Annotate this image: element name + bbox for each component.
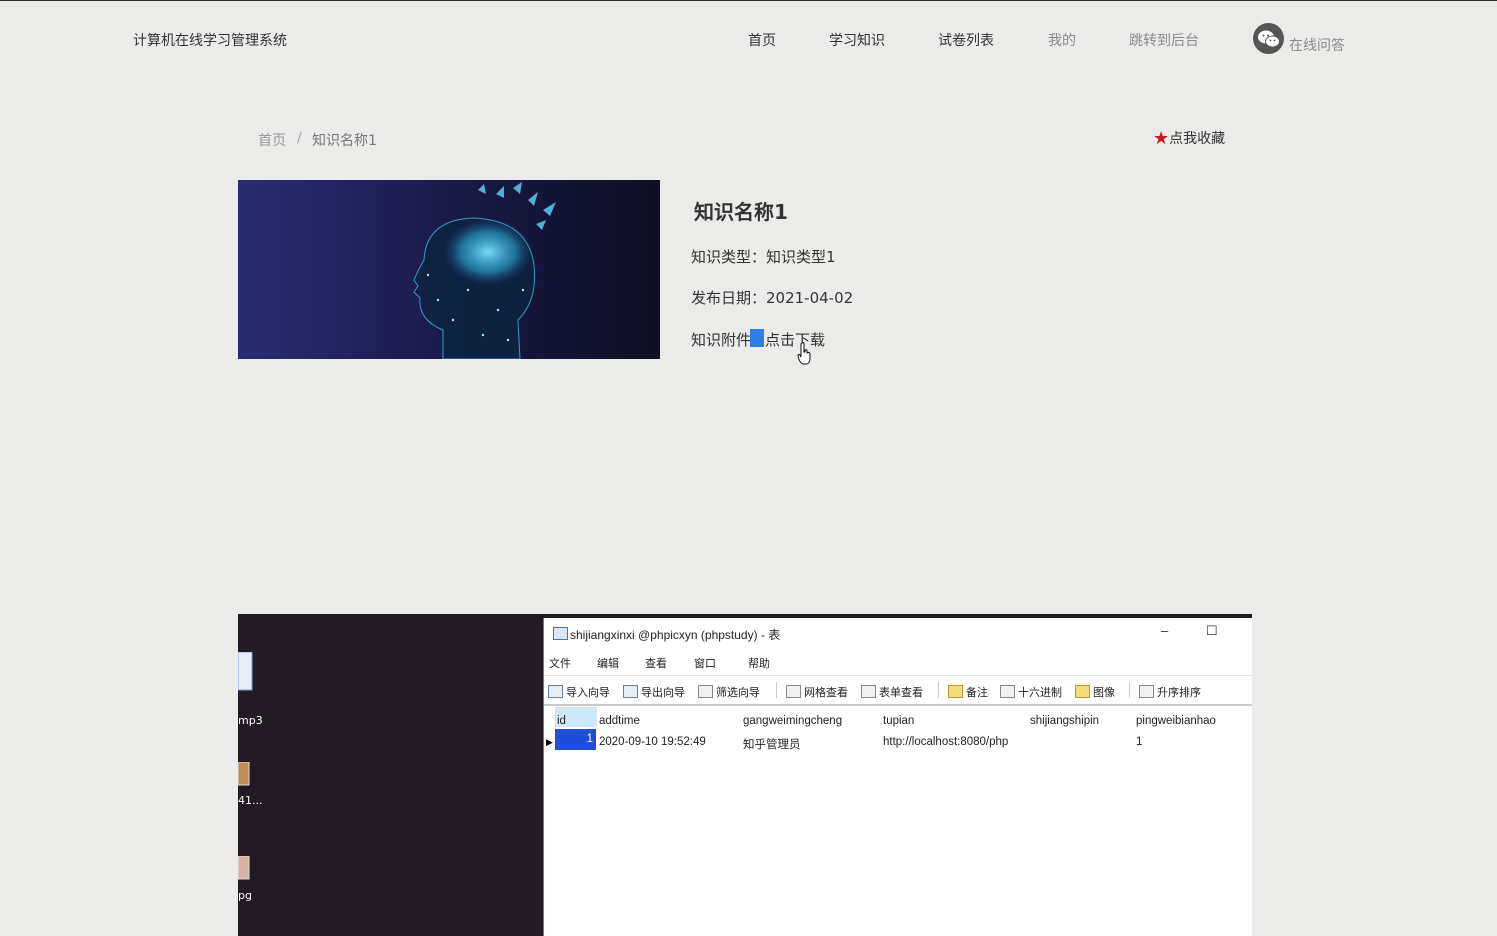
column-header-id[interactable]: id — [557, 715, 566, 727]
form-view-button[interactable]: 表单查看 — [861, 684, 923, 700]
hex-icon — [1000, 685, 1015, 698]
export-wizard-button[interactable]: 导出向导 — [623, 684, 685, 700]
sort-ascending-button[interactable]: 升序排序 — [1139, 684, 1201, 700]
column-header-shijiangshipin[interactable]: shijiangshipin — [1030, 715, 1099, 727]
filter-icon — [698, 685, 713, 698]
table-cell-gangweimingcheng[interactable]: 知乎管理员 — [743, 736, 801, 752]
hex-label: 十六进制 — [1018, 687, 1062, 699]
desktop-item-label: pg — [238, 889, 252, 902]
favorite-label: 点我收藏 — [1169, 131, 1226, 147]
breadcrumb-current: 知识名称1 — [312, 133, 377, 149]
form-icon — [861, 685, 876, 698]
menu-help[interactable]: 帮助 — [748, 655, 770, 671]
menu-edit[interactable]: 编辑 — [597, 655, 619, 671]
memo-label: 备注 — [966, 687, 988, 699]
table-cell-pingweibianhao[interactable]: 1 — [1136, 736, 1142, 748]
desktop-file-icon — [238, 651, 254, 695]
import-wizard-label: 导入向导 — [566, 687, 610, 699]
desktop-image-icon — [238, 761, 250, 789]
embedded-screenshot: mp3 41... pg shijiangxinxi @phpicxyn (ph… — [238, 614, 1252, 936]
grid-view-button[interactable]: 网格查看 — [786, 684, 848, 700]
sort-ascending-label: 升序排序 — [1157, 687, 1201, 699]
top-border — [0, 0, 1497, 1]
filter-wizard-label: 筛选向导 — [716, 687, 760, 699]
breadcrumb-separator: / — [297, 130, 302, 146]
menu-bar: 文件 编辑 查看 窗口 帮助 — [544, 649, 1252, 671]
image-button[interactable]: 图像 — [1075, 684, 1115, 700]
desktop-item-label: mp3 — [238, 714, 263, 727]
memo-button[interactable]: 备注 — [948, 684, 988, 700]
nav-admin[interactable]: 跳转到后台 — [1129, 30, 1199, 50]
column-header-gangweimingcheng[interactable]: gangweimingcheng — [743, 715, 842, 727]
site-title: 计算机在线学习管理系统 — [133, 33, 287, 49]
memo-icon — [948, 685, 963, 698]
hand-cursor-icon — [797, 342, 813, 370]
favorite-button[interactable]: ★点我收藏 — [1153, 128, 1225, 149]
image-label: 图像 — [1093, 687, 1115, 699]
wechat-icon[interactable] — [1253, 23, 1284, 54]
maximize-button[interactable]: ☐ — [1206, 623, 1218, 639]
menu-window[interactable]: 窗口 — [694, 655, 716, 671]
table-cell-tupian[interactable]: http://localhost:8080/php — [883, 736, 1008, 748]
filter-wizard-button[interactable]: 筛选向导 — [698, 684, 760, 700]
grid-view-label: 网格查看 — [804, 687, 848, 699]
desktop-image-icon — [238, 855, 250, 883]
nav-exam-list[interactable]: 试卷列表 — [938, 30, 994, 50]
image-icon — [1075, 685, 1090, 698]
toolbar: 导入向导 导出向导 筛选向导 网格查看 表单查看 备注 十六进制 图像 升序排序 — [544, 675, 1252, 706]
import-icon — [548, 685, 563, 698]
column-header-tupian[interactable]: tupian — [883, 715, 914, 727]
sort-ascending-icon — [1139, 685, 1154, 698]
menu-view[interactable]: 查看 — [645, 655, 667, 671]
column-header-addtime[interactable]: addtime — [599, 715, 640, 727]
publish-date: 发布日期：2021-04-02 — [691, 289, 854, 307]
breadcrumb-home[interactable]: 首页 — [258, 130, 286, 150]
toolbar-separator — [776, 682, 777, 698]
star-icon: ★ — [1153, 128, 1170, 149]
nav-study-knowledge[interactable]: 学习知识 — [829, 30, 885, 50]
export-wizard-label: 导出向导 — [641, 687, 685, 699]
export-icon — [623, 685, 638, 698]
text-selection-highlight — [750, 329, 764, 347]
knowledge-cover-image — [238, 180, 660, 359]
hex-button[interactable]: 十六进制 — [1000, 684, 1062, 700]
column-header-pingweibianhao[interactable]: pingweibianhao — [1136, 715, 1216, 727]
window-title: shijiangxinxi @phpicxyn (phpstudy) - 表 — [570, 628, 781, 642]
online-qa-link[interactable]: 在线问答 — [1289, 35, 1345, 55]
form-view-label: 表单查看 — [879, 687, 923, 699]
toolbar-separator — [938, 682, 939, 698]
table-cell-id[interactable]: 1 — [555, 729, 596, 750]
table-cell-addtime[interactable]: 2020-09-10 19:52:49 — [599, 736, 706, 748]
download-link[interactable]: 点击下载 — [765, 329, 825, 350]
nav-home[interactable]: 首页 — [748, 30, 776, 50]
knowledge-type: 知识类型：知识类型1 — [691, 248, 836, 266]
row-pointer-icon: ▶ — [546, 737, 553, 747]
import-wizard-button[interactable]: 导入向导 — [548, 684, 610, 700]
nav-mine[interactable]: 我的 — [1048, 30, 1076, 50]
db-table-window: shijiangxinxi @phpicxyn (phpstudy) - 表 –… — [543, 618, 1252, 936]
table-icon — [553, 627, 568, 640]
toolbar-separator — [1129, 682, 1130, 698]
knowledge-title: 知识名称1 — [694, 200, 788, 224]
menu-file[interactable]: 文件 — [549, 655, 571, 671]
desktop-item-label: 41... — [238, 794, 263, 807]
grid-icon — [786, 685, 801, 698]
minimize-button[interactable]: – — [1161, 623, 1168, 638]
